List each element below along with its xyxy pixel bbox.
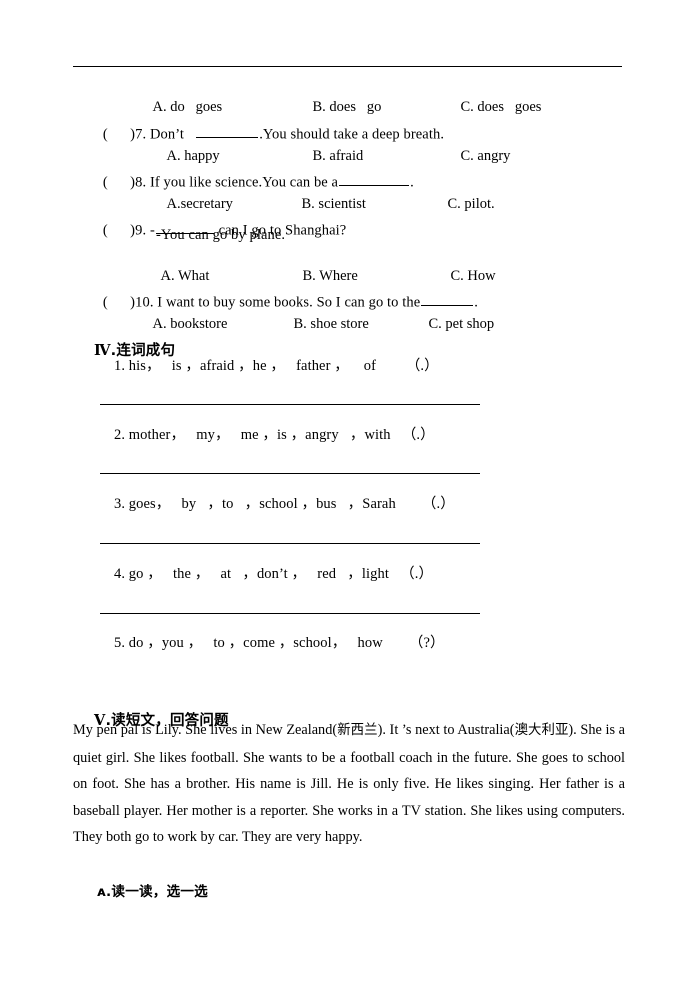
answer-bracket[interactable]: ( ) [103, 222, 135, 238]
passage-cjk-new-zealand: 新西兰 [337, 723, 378, 738]
passage-cjk-australia: 澳大利亚 [514, 723, 569, 738]
option-b-label[interactable]: B. shoe store [294, 316, 429, 333]
section-iv-title: .连词成句 [110, 343, 176, 359]
sentence-ordering-item-2: 2. mother， my， me ，is ，angry ，with （.） [114, 427, 435, 443]
section-iv-numeral: Ⅳ [94, 343, 111, 359]
question-number: 7. [135, 126, 147, 143]
answer-line-1[interactable] [100, 404, 480, 405]
sentence-ordering-item-4: 4. go ， the ， at ，don’t ， red ，light （.） [114, 566, 434, 582]
answer-bracket[interactable]: ( ) [103, 174, 135, 190]
answer-bracket[interactable]: ( ) [103, 126, 135, 142]
question-9-stem-line-2: -You can go by plane. [156, 227, 286, 243]
subsection-a-heading: ᴀ.读一读，选一选 [97, 884, 208, 900]
sentence-ordering-item-5: 5. do ，you ， to ，come ，school， how （?） [114, 635, 445, 651]
question-number: 8. [135, 174, 147, 191]
passage-part-2: ). It ’s next to Australia( [377, 722, 515, 738]
answer-bracket[interactable]: ( ) [103, 294, 135, 310]
reading-passage: My pen pal is Lily. She lives in New Zea… [73, 717, 625, 851]
sentence-ordering-item-3: 3. goes， by ，to ，school ，bus ，Sarah （.） [114, 496, 455, 512]
top-divider-rule [73, 66, 622, 67]
stem-text-before: - [149, 222, 155, 239]
option-c-label[interactable]: C. pet shop [429, 316, 495, 332]
option-c-label[interactable]: C. pilot. [448, 196, 495, 212]
passage-part-1: My pen pal is Lily. She lives in New Zea… [73, 722, 338, 738]
question-number: 9. [135, 222, 147, 239]
sentence-ordering-item-1: 1. his， is ，afraid ，he ， father ， of （.） [114, 358, 439, 374]
worksheet-page: A. do goes B. does go C. does goes ( )7. D… [0, 0, 696, 983]
answer-line-3[interactable] [100, 543, 480, 544]
option-c-label[interactable]: C. angry [461, 148, 511, 164]
answer-line-4[interactable] [100, 613, 480, 614]
option-c-label[interactable]: C. does goes [461, 99, 542, 115]
passage-part-3: ). She is a quiet girl. She likes footba… [73, 722, 626, 845]
answer-line-2[interactable] [100, 473, 480, 474]
question-10-options-row: A. bookstore B. shoe store C. pet shop [138, 299, 495, 350]
